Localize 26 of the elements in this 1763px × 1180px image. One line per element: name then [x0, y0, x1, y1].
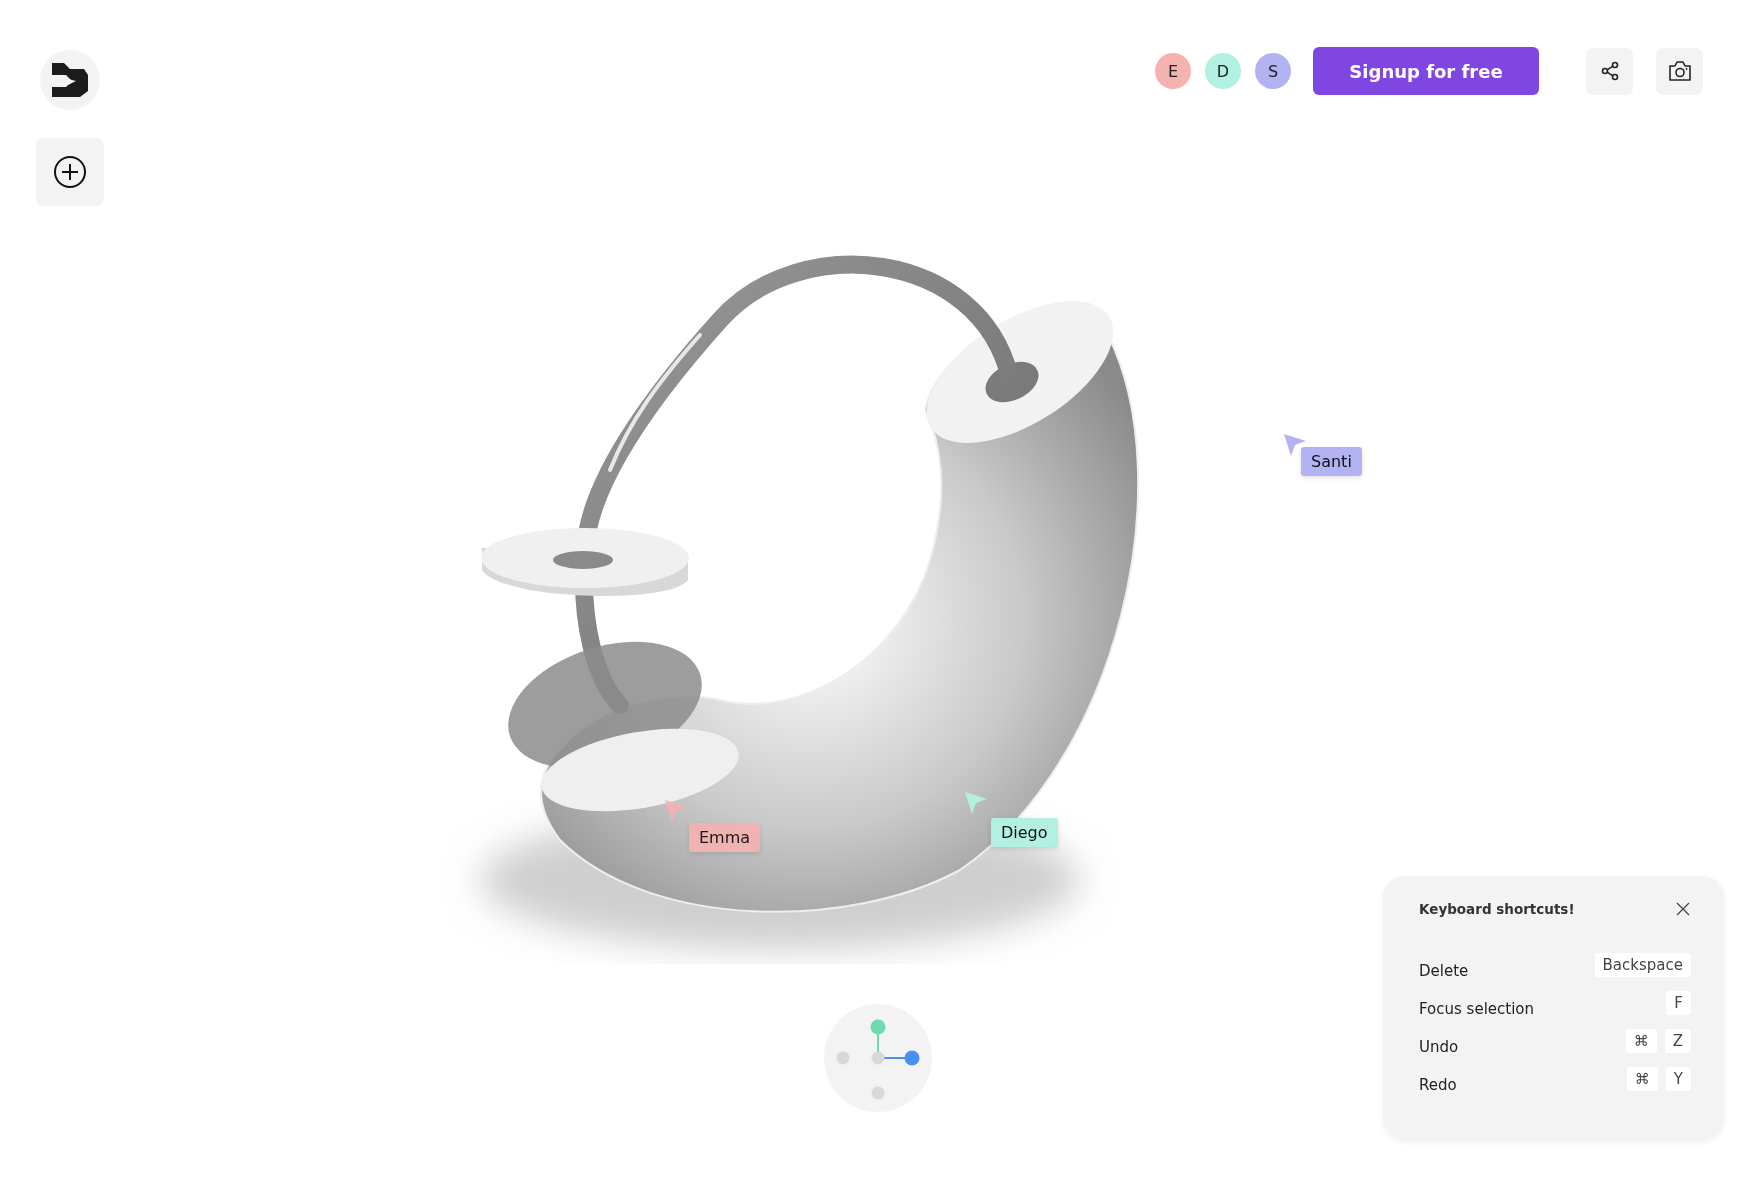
- close-button[interactable]: [1675, 901, 1691, 917]
- user-avatar[interactable]: D: [1205, 53, 1241, 89]
- shortcut-key: ⌘: [1625, 1029, 1657, 1053]
- shortcut-key: Y: [1665, 1067, 1691, 1091]
- signup-button[interactable]: Signup for free: [1313, 47, 1539, 95]
- shortcut-key: F: [1666, 991, 1691, 1015]
- shortcut-key: ⌘: [1626, 1067, 1658, 1091]
- user-avatar[interactable]: S: [1255, 53, 1291, 89]
- shortcut-label: Redo: [1419, 1076, 1457, 1094]
- camera-icon: [1667, 60, 1692, 82]
- cursor-label: Diego: [991, 818, 1058, 847]
- shortcut-label: Delete: [1419, 962, 1469, 980]
- shortcut-label: Undo: [1419, 1038, 1459, 1056]
- cursor-label: Emma: [689, 823, 761, 852]
- cursor-label: Santi: [1301, 447, 1362, 476]
- share-icon: [1599, 61, 1620, 81]
- shortcut-label: Focus selection: [1419, 1000, 1535, 1018]
- close-icon: [1675, 901, 1691, 917]
- plus-circle-icon: [53, 155, 87, 189]
- panel-title: Keyboard shortcuts!: [1419, 901, 1575, 917]
- shortcut-key: Backspace: [1594, 953, 1691, 977]
- share-button[interactable]: [1586, 47, 1633, 95]
- add-button[interactable]: [36, 138, 104, 206]
- camera-button[interactable]: [1656, 47, 1703, 95]
- shortcut-key: Z: [1664, 1029, 1691, 1053]
- user-avatar[interactable]: E: [1155, 53, 1191, 89]
